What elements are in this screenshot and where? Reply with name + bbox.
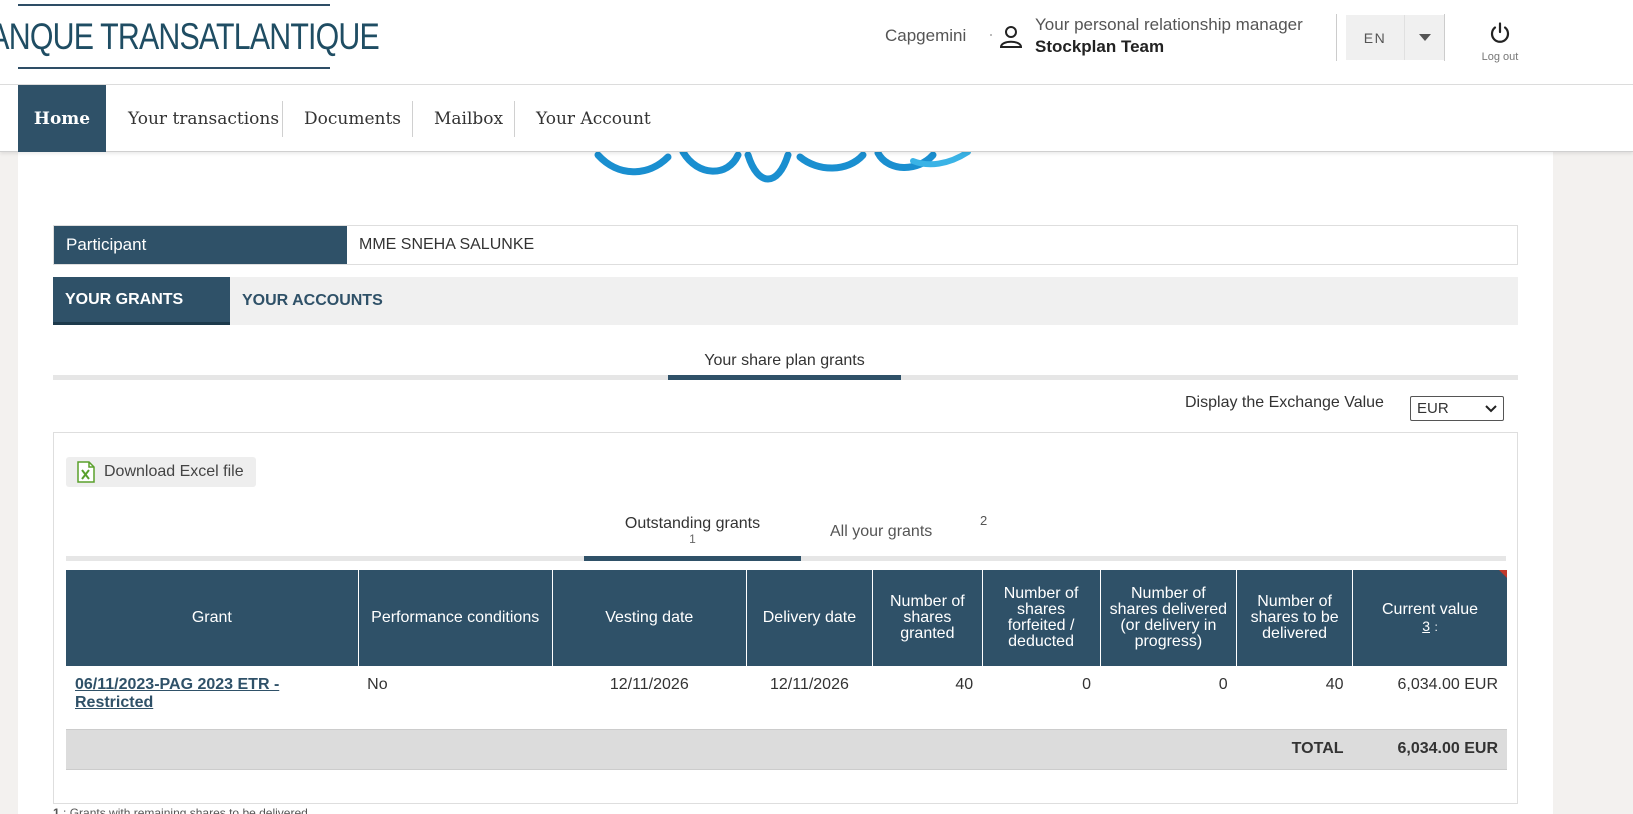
currency-select-value: EUR — [1417, 400, 1449, 417]
chevron-down-icon[interactable] — [1404, 15, 1444, 60]
active-subtab-indicator — [668, 375, 901, 380]
participant-label: Participant — [54, 226, 347, 264]
company-name: Capgemini — [885, 26, 967, 45]
column-header-shares-granted[interactable]: Number of shares granted — [872, 570, 983, 666]
top-header: BANQUE TRANSATLANTIQUE Capgemini Your pe… — [0, 0, 1633, 85]
person-icon — [999, 26, 1023, 48]
table-row: 06/11/2023-PAG 2023 ETR - Restricted No … — [66, 666, 1507, 730]
shares-granted-cell: 40 — [872, 666, 983, 730]
relationship-manager-label: Your personal relationship manager — [1035, 15, 1303, 34]
header-divider — [1336, 14, 1337, 61]
footnote-link[interactable]: 3 — [1422, 618, 1430, 634]
nav-item-home[interactable]: Home — [18, 85, 106, 152]
grant-cell: 06/11/2023-PAG 2023 ETR - Restricted — [66, 666, 359, 730]
company-brand-logo — [594, 148, 971, 183]
total-row: TOTAL 6,034.00 EUR — [66, 729, 1507, 770]
nav-item-transactions[interactable]: Your transactions — [106, 85, 301, 152]
column-header-vesting-date[interactable]: Vesting date — [552, 570, 747, 666]
tab-your-accounts[interactable]: YOUR ACCOUNTS — [230, 277, 395, 325]
relationship-manager-name[interactable]: Stockplan Team — [1035, 37, 1303, 57]
nav-item-account[interactable]: Your Account — [514, 85, 673, 152]
grants-table: Grant Performance conditions Vesting dat… — [66, 570, 1507, 770]
logout-label: Log out — [1481, 51, 1519, 63]
bank-logo-text: BANQUE TRANSATLANTIQUE — [0, 15, 379, 57]
footnote-marker: 2 — [980, 513, 988, 528]
shares-delivered-cell: 0 — [1100, 666, 1237, 730]
shares-to-deliver-cell: 40 — [1236, 666, 1353, 730]
separator-dot — [990, 34, 992, 36]
total-label: TOTAL — [66, 729, 1353, 770]
column-header-grant[interactable]: Grant — [66, 570, 359, 666]
tab-all-grants[interactable]: All your grants — [830, 523, 932, 541]
current-value-cell: 6,034.00 EUR — [1352, 666, 1507, 730]
tab-share-plan-grants[interactable]: Your share plan grants — [668, 352, 901, 370]
column-header-delivery-date[interactable]: Delivery date — [746, 570, 874, 666]
section-tabs: YOUR GRANTS YOUR ACCOUNTS — [53, 277, 1518, 325]
currency-select[interactable]: EUR — [1410, 396, 1504, 421]
participant-row: Participant MME SNEHA SALUNKE — [53, 225, 1518, 265]
tab-your-grants[interactable]: YOUR GRANTS — [53, 277, 230, 325]
header-divider — [1444, 14, 1445, 61]
relationship-manager: Your personal relationship manager Stock… — [1035, 15, 1303, 57]
column-header-shares-delivered[interactable]: Number of shares delivered (or delivery … — [1100, 570, 1238, 666]
language-selector[interactable]: EN — [1346, 15, 1444, 60]
bank-logo[interactable]: BANQUE TRANSATLANTIQUE — [0, 4, 379, 69]
chevron-down-icon — [1485, 404, 1497, 412]
vesting-date-cell: 12/11/2026 — [552, 666, 747, 730]
corner-marker — [1499, 570, 1507, 578]
footnote-marker: 1 — [689, 532, 696, 546]
shares-forfeited-cell: 0 — [982, 666, 1101, 730]
download-excel-label: Download Excel file — [104, 463, 244, 480]
content-panel: Participant MME SNEHA SALUNKE YOUR GRANT… — [18, 148, 1553, 814]
footnote-marker: 1 — [53, 806, 60, 814]
footnote: 1 : Grants with remaining shares to be d… — [53, 806, 308, 814]
excel-file-icon — [77, 461, 95, 483]
footnote-text: : Grants with remaining shares to be del… — [63, 806, 308, 814]
performance-cell: No — [358, 666, 553, 730]
column-header-performance[interactable]: Performance conditions — [358, 570, 553, 666]
column-header-shares-forfeited[interactable]: Number of shares forfeited / deducted — [982, 570, 1101, 666]
main-nav: Home Your transactions Documents Mailbox… — [0, 85, 1633, 152]
current-value-label: Current value — [1381, 600, 1479, 618]
tab-outstanding-grants[interactable]: Outstanding grants 1 — [584, 515, 801, 545]
total-value: 6,034.00 EUR — [1352, 729, 1507, 770]
logout-button[interactable]: Log out — [1472, 22, 1528, 63]
delivery-date-cell: 12/11/2026 — [746, 666, 873, 730]
tab-outstanding-grants-label: Outstanding grants — [624, 515, 761, 532]
language-code: EN — [1363, 29, 1387, 46]
download-excel-button[interactable]: Download Excel file — [66, 457, 256, 487]
grants-box: Download Excel file Outstanding grants 1… — [53, 432, 1518, 804]
exchange-value-label: Display the Exchange Value — [1185, 394, 1384, 411]
participant-name: MME SNEHA SALUNKE — [359, 236, 535, 253]
table-header-row: Grant Performance conditions Vesting dat… — [66, 570, 1507, 666]
nav-item-mailbox[interactable]: Mailbox — [412, 85, 525, 152]
column-header-shares-to-deliver[interactable]: Number of shares to be delivered — [1236, 570, 1354, 666]
nav-item-documents[interactable]: Documents — [282, 85, 423, 152]
grant-link[interactable]: 06/11/2023-PAG 2023 ETR - Restricted — [75, 676, 279, 711]
power-icon — [1490, 22, 1510, 43]
column-header-current-value[interactable]: Current value 3 : — [1352, 570, 1507, 666]
active-grant-tab-indicator — [584, 556, 801, 561]
footnote-colon: : — [1434, 619, 1438, 634]
